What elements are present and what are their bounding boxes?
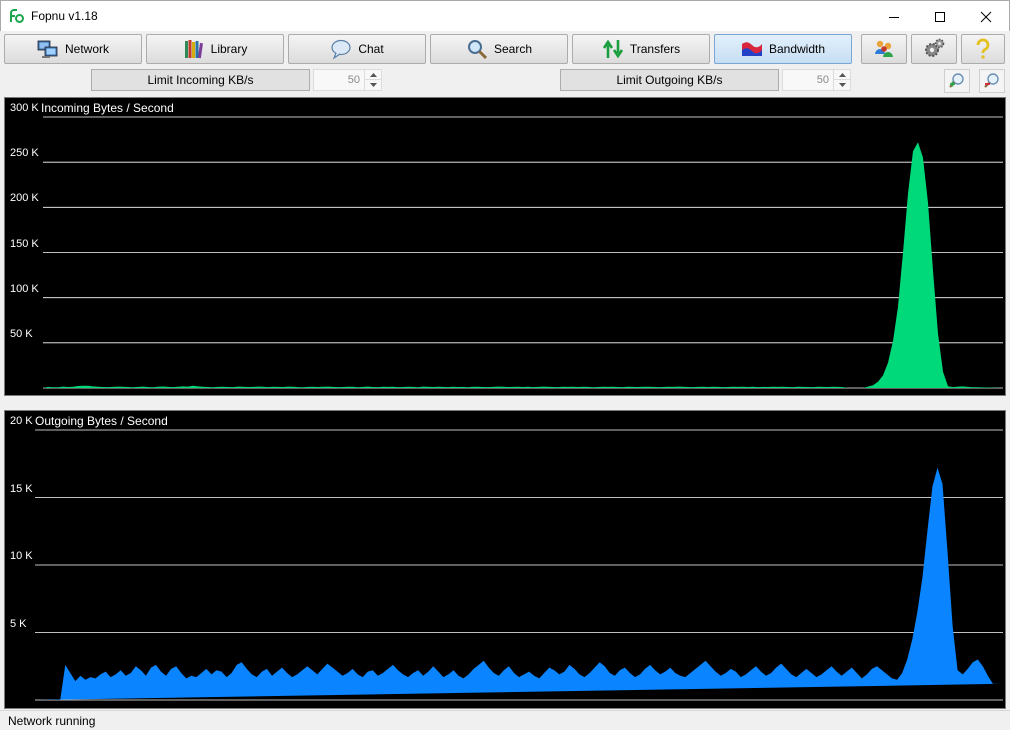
- tab-library[interactable]: Library: [146, 34, 284, 64]
- help-button[interactable]: [961, 34, 1005, 64]
- y-tick-label: 10 K: [10, 550, 33, 562]
- y-tick-label: 200 K: [10, 192, 39, 205]
- network-computers-icon: [37, 40, 58, 58]
- settings-button[interactable]: [911, 34, 957, 64]
- incoming-increment-button[interactable]: [365, 70, 381, 80]
- flag-graph-icon: [741, 42, 762, 56]
- zoom-in-button[interactable]: [944, 69, 970, 93]
- help-question-icon: [976, 38, 990, 59]
- incoming-bandwidth-graph: Incoming Bytes / Second 50 K 100 K 150 K 20…: [4, 97, 1006, 396]
- incoming-spin-arrows: [364, 70, 381, 90]
- incoming-graph-title: Incoming Bytes / Second: [41, 101, 174, 115]
- tab-transfers-label: Transfers: [629, 42, 681, 56]
- chevron-up-icon: [369, 72, 377, 77]
- outgoing-limit-spinner[interactable]: [782, 69, 851, 91]
- y-tick-label: 100 K: [10, 282, 39, 295]
- tab-transfers[interactable]: Transfers: [572, 34, 710, 64]
- speech-bubble-icon: [331, 39, 351, 60]
- minimize-button[interactable]: [871, 1, 917, 32]
- up-down-arrows-icon: [602, 39, 623, 59]
- tab-network-label: Network: [64, 42, 109, 56]
- zoom-out-button[interactable]: [979, 69, 1005, 93]
- maximize-icon: [935, 11, 945, 22]
- magnifier-icon: [467, 40, 488, 60]
- incoming-graph-canvas: [43, 116, 1003, 389]
- outgoing-graph-canvas: [35, 429, 1003, 701]
- tab-chat[interactable]: Chat: [288, 34, 426, 64]
- incoming-decrement-button[interactable]: [365, 80, 381, 90]
- y-tick-label: 150 K: [10, 237, 39, 250]
- zoom-in-icon: [949, 73, 964, 88]
- chevron-down-icon: [838, 83, 846, 87]
- y-tick-label: 300 K: [10, 102, 39, 114]
- outgoing-limit-input[interactable]: [783, 70, 833, 90]
- minimize-icon: [889, 16, 899, 18]
- y-tick-label: 50 K: [10, 327, 33, 340]
- outgoing-decrement-button[interactable]: [834, 80, 850, 90]
- outgoing-graph-title: Outgoing Bytes / Second: [35, 414, 168, 428]
- incoming-gridlines: [43, 116, 1003, 389]
- tab-library-label: Library: [210, 42, 248, 56]
- y-tick-label: 5 K: [10, 617, 27, 630]
- main-toolbar: Network Library Chat Search Transfers Ba…: [0, 31, 1010, 65]
- outgoing-increment-button[interactable]: [834, 70, 850, 80]
- close-button[interactable]: [963, 1, 1009, 32]
- close-icon: [980, 11, 992, 22]
- incoming-limit-input[interactable]: [314, 70, 364, 90]
- maximize-button[interactable]: [917, 1, 963, 32]
- tab-network[interactable]: Network: [4, 34, 142, 64]
- outgoing-series-area: [35, 467, 1003, 700]
- users-icon: [875, 40, 893, 57]
- outgoing-gridlines: [35, 429, 1003, 701]
- fopnu-logo-icon: [10, 9, 24, 23]
- tab-bandwidth-label: Bandwidth: [768, 42, 826, 56]
- chevron-down-icon: [369, 83, 377, 87]
- users-button[interactable]: [861, 34, 907, 64]
- incoming-limit-spinner[interactable]: [313, 69, 382, 91]
- title-bar: Fopnu v1.18: [0, 0, 1010, 31]
- zoom-out-icon: [984, 73, 999, 88]
- tab-chat-label: Chat: [358, 42, 384, 56]
- limit-incoming-toggle[interactable]: Limit Incoming KB/s: [91, 69, 310, 91]
- settings-gears-icon: [925, 38, 945, 57]
- outgoing-bandwidth-graph: Outgoing Bytes / Second 5 K 10 K 15 K 20 K: [4, 410, 1006, 709]
- y-tick-label: 250 K: [10, 147, 39, 160]
- status-text: Network running: [8, 714, 96, 728]
- status-bar: Network running: [0, 710, 1010, 730]
- window-title: Fopnu v1.18: [31, 9, 98, 23]
- books-icon: [184, 40, 203, 59]
- bandwidth-limits-row: Limit Incoming KB/s Limit Outgoing KB/s: [0, 66, 1010, 94]
- y-tick-label: 15 K: [10, 482, 33, 495]
- tab-bandwidth[interactable]: Bandwidth: [714, 34, 852, 64]
- chevron-up-icon: [838, 72, 846, 77]
- tab-search[interactable]: Search: [430, 34, 568, 64]
- incoming-series-area: [43, 142, 1003, 388]
- limit-outgoing-toggle[interactable]: Limit Outgoing KB/s: [560, 69, 779, 91]
- tab-search-label: Search: [493, 42, 533, 56]
- outgoing-spin-arrows: [833, 70, 850, 90]
- y-tick-label: 20 K: [10, 415, 33, 427]
